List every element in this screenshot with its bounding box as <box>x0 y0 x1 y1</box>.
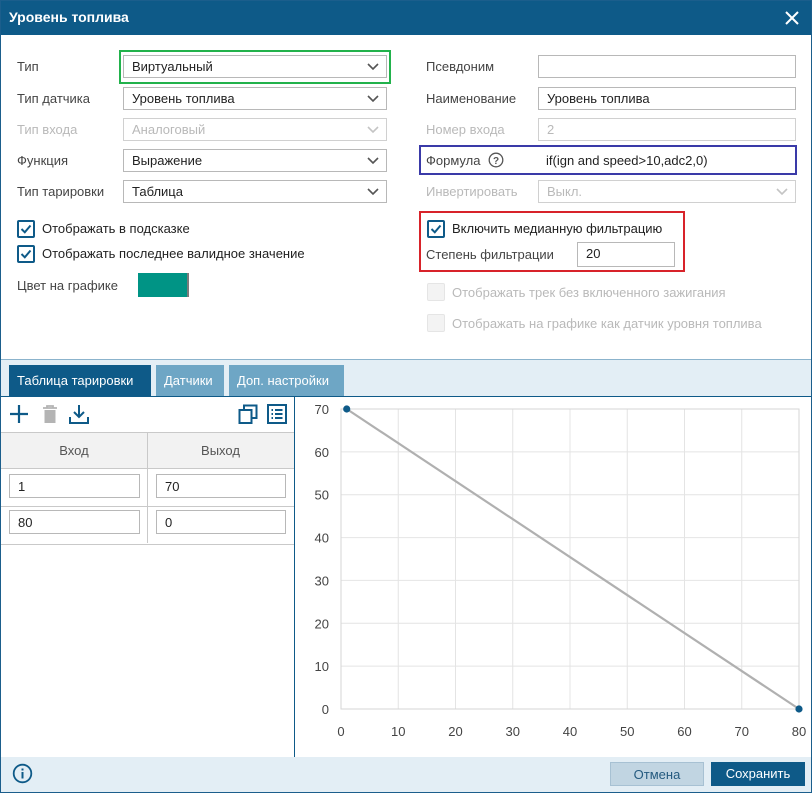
filter-degree-value: 20 <box>586 246 601 261</box>
series-line <box>346 408 800 710</box>
calibration-chart: 0 10 20 30 40 50 60 70 80 0 10 20 30 40 50 60 70 <box>315 402 807 739</box>
show-last-valid-label: Отображать последнее валидное значение <box>42 246 305 261</box>
chevron-down-icon <box>776 188 788 196</box>
download-icon[interactable] <box>68 403 90 425</box>
y-tick-label: 20 <box>315 616 329 631</box>
type-label: Тип <box>17 59 39 74</box>
name-input[interactable]: Уровень топлива <box>538 87 796 110</box>
x-tick-label: 20 <box>448 724 462 739</box>
x-tick-label: 30 <box>506 724 520 739</box>
save-button[interactable]: Сохранить <box>711 762 805 786</box>
info-icon[interactable] <box>12 763 33 784</box>
function-select[interactable]: Выражение <box>123 149 387 172</box>
y-tick-label: 0 <box>322 702 329 717</box>
data-point <box>343 405 351 413</box>
invert-select: Выкл. <box>538 180 796 203</box>
filter-degree-input[interactable]: 20 <box>577 242 675 267</box>
list-icon[interactable] <box>266 403 288 425</box>
close-icon[interactable] <box>781 5 803 29</box>
tab-extra-settings[interactable]: Доп. настройки <box>229 365 344 396</box>
filter-degree-label: Степень фильтрации <box>426 247 554 262</box>
chevron-down-icon <box>367 188 379 196</box>
median-filter-checkbox[interactable] <box>427 220 445 238</box>
formula-label: Формула <box>426 153 481 168</box>
track-no-ignition-label: Отображать трек без включенного зажигани… <box>452 285 726 300</box>
show-as-fuel-sensor-label: Отображать на графике как датчик уровня … <box>452 316 762 331</box>
name-value: Уровень топлива <box>547 91 650 106</box>
sensor-type-value: Уровень топлива <box>132 91 235 106</box>
calibration-type-value: Таблица <box>132 184 183 199</box>
row-1-output-field[interactable]: 70 <box>156 474 286 498</box>
svg-text:?: ? <box>493 156 499 167</box>
column-divider <box>147 433 148 543</box>
column-header-output[interactable]: Выход <box>147 433 294 469</box>
chevron-down-icon <box>367 157 379 165</box>
function-value: Выражение <box>132 153 203 168</box>
show-in-tooltip-checkbox[interactable] <box>17 220 35 238</box>
sensor-type-select[interactable]: Уровень топлива <box>123 87 387 110</box>
trash-icon[interactable] <box>39 403 61 425</box>
cancel-button[interactable]: Отмена <box>610 762 704 786</box>
input-type-label: Тип входа <box>17 122 78 137</box>
alias-input[interactable] <box>538 55 796 78</box>
dialog-titlebar: Уровень топлива <box>1 1 811 35</box>
row-2-input-field[interactable]: 80 <box>9 510 140 534</box>
dialog-title: Уровень топлива <box>9 9 129 25</box>
show-as-fuel-sensor-checkbox <box>427 314 445 332</box>
show-last-valid-checkbox[interactable] <box>17 245 35 263</box>
input-number-label: Номер входа <box>426 122 505 137</box>
plus-icon[interactable] <box>8 403 30 425</box>
alias-label: Псевдоним <box>426 59 495 74</box>
row-2-output-field[interactable]: 0 <box>156 510 286 534</box>
track-no-ignition-checkbox <box>427 283 445 301</box>
y-tick-label: 30 <box>315 573 329 588</box>
y-tick-label: 50 <box>315 488 329 503</box>
data-point <box>795 705 803 713</box>
input-number-value: 2 <box>547 122 555 137</box>
row-1-input-field[interactable]: 1 <box>9 474 140 498</box>
x-tick-label: 10 <box>391 724 405 739</box>
formula-input[interactable]: if(ign and speed>10,adc2,0) <box>538 149 796 172</box>
sensor-dialog: Уровень топлива Тип Виртуальный Тип датч… <box>0 0 812 793</box>
type-value: Виртуальный <box>132 59 213 74</box>
tab-calibration-table[interactable]: Таблица тарировки <box>9 365 151 396</box>
x-tick-label: 80 <box>792 724 806 739</box>
show-in-tooltip-label: Отображать в подсказке <box>42 221 190 236</box>
chevron-down-icon <box>367 126 379 134</box>
chart-color-swatch[interactable] <box>138 273 189 297</box>
input-type-select: Аналоговый <box>123 118 387 141</box>
tab-sensors[interactable]: Датчики <box>156 365 224 396</box>
chart-color-label: Цвет на графике <box>17 278 118 293</box>
median-filter-label: Включить медианную фильтрацию <box>452 221 663 236</box>
y-tick-label: 70 <box>315 402 329 417</box>
chevron-down-icon <box>367 63 379 71</box>
y-tick-label: 40 <box>315 531 329 546</box>
calibration-table: Вход Выход <box>1 432 294 545</box>
x-tick-label: 40 <box>563 724 577 739</box>
calibration-type-select[interactable]: Таблица <box>123 180 387 203</box>
y-tick-label: 10 <box>315 659 329 674</box>
type-select[interactable]: Виртуальный <box>123 55 387 78</box>
calibration-type-label: Тип тарировки <box>17 184 105 199</box>
column-header-input[interactable]: Вход <box>1 433 147 469</box>
input-number-input: 2 <box>538 118 796 141</box>
x-tick-label: 50 <box>620 724 634 739</box>
x-tick-label: 0 <box>337 724 344 739</box>
input-type-value: Аналоговый <box>132 122 206 137</box>
chevron-down-icon <box>367 95 379 103</box>
question-circle-icon[interactable]: ? <box>488 152 504 168</box>
function-label: Функция <box>17 153 68 168</box>
copy-icon[interactable] <box>237 403 259 425</box>
x-tick-label: 70 <box>735 724 749 739</box>
invert-label: Инвертировать <box>426 184 518 199</box>
name-label: Наименование <box>426 91 517 106</box>
x-tick-label: 60 <box>677 724 691 739</box>
y-tick-label: 60 <box>315 445 329 460</box>
sensor-type-label: Тип датчика <box>17 91 91 106</box>
formula-value: if(ign and speed>10,adc2,0) <box>546 153 708 168</box>
invert-value: Выкл. <box>547 184 583 199</box>
